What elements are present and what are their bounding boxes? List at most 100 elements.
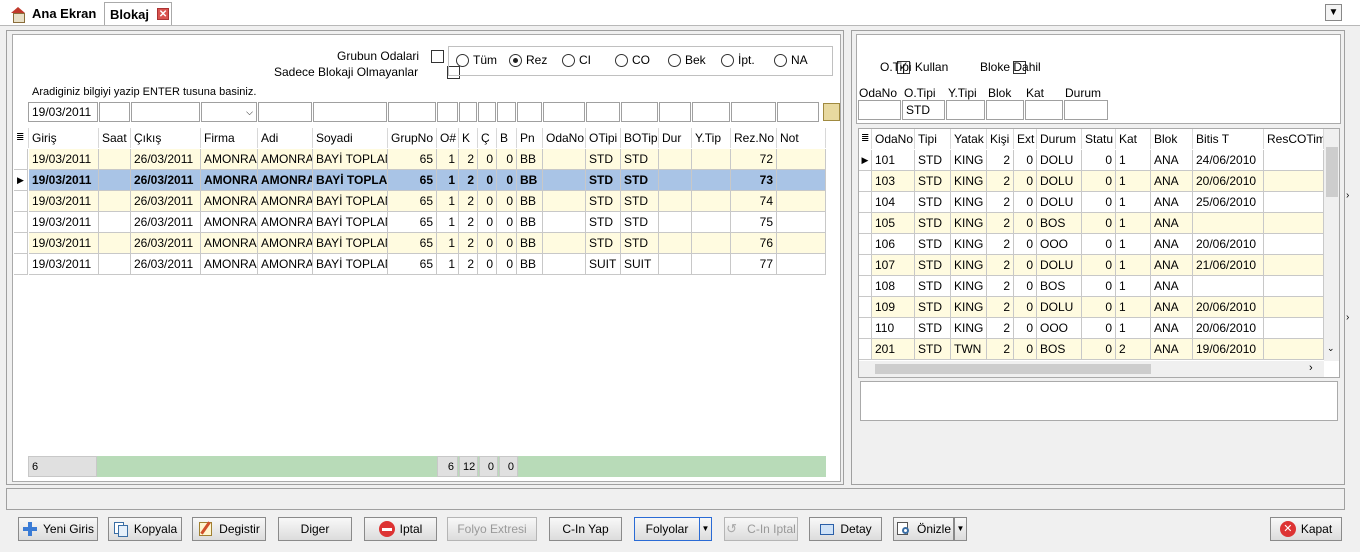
cell-kat[interactable]: 1 <box>1116 318 1151 339</box>
kopyala-button[interactable]: Kopyala <box>108 517 182 541</box>
cell-statu[interactable]: 0 <box>1082 255 1116 276</box>
odano-input[interactable] <box>858 100 901 120</box>
col-giris[interactable]: Giriş <box>29 128 99 148</box>
vertical-scrollbar[interactable]: ⌄ <box>1324 129 1339 361</box>
cell-adi[interactable]: AMONRA <box>258 254 313 275</box>
col-c[interactable]: Ç <box>478 128 497 148</box>
cell-ytip[interactable] <box>692 233 731 254</box>
cell-saat[interactable] <box>99 170 131 191</box>
cell-grupno[interactable]: 65 <box>388 170 437 191</box>
cell-odano[interactable]: 103 <box>872 171 915 192</box>
cell-b[interactable]: 0 <box>497 170 517 191</box>
cell-durum[interactable]: OOO <box>1037 318 1082 339</box>
cell-statu[interactable]: 0 <box>1082 339 1116 360</box>
cell-not[interactable] <box>777 233 826 254</box>
cell-c[interactable]: 0 <box>478 233 497 254</box>
cell-firma[interactable]: AMONRA <box>201 233 258 254</box>
cell-kat[interactable]: 1 <box>1116 192 1151 213</box>
cell-bitis-t[interactable]: 24/06/2010 <box>1193 150 1264 171</box>
cell-kisi[interactable]: 2 <box>987 339 1014 360</box>
cell-c[interactable]: 0 <box>478 254 497 275</box>
cell-not[interactable] <box>777 170 826 191</box>
cell-soyadi[interactable]: BAYİ TOPLANTISI <box>313 233 388 254</box>
cell-tipi[interactable]: STD <box>915 318 951 339</box>
cell-kat[interactable]: 1 <box>1116 234 1151 255</box>
cell-yatak[interactable]: KING <box>951 171 987 192</box>
cell-ext[interactable]: 0 <box>1014 318 1037 339</box>
col-ext[interactable]: Ext <box>1014 129 1037 149</box>
cell-cikis[interactable]: 26/03/2011 <box>131 212 201 233</box>
cell-adi[interactable]: AMONRA <box>258 170 313 191</box>
cell-o[interactable]: 1 <box>437 212 459 233</box>
cell-odano[interactable]: 109 <box>872 297 915 318</box>
col-bitis-t[interactable]: Bitis T <box>1193 129 1264 149</box>
cell-durum[interactable]: DOLU <box>1037 192 1082 213</box>
cell-k[interactable]: 2 <box>459 191 478 212</box>
cell-ytip[interactable] <box>692 191 731 212</box>
cell-botipi[interactable]: STD <box>621 233 659 254</box>
durum-input[interactable] <box>1064 100 1108 120</box>
cell-pn[interactable]: BB <box>517 254 543 275</box>
cell-statu[interactable]: 0 <box>1082 234 1116 255</box>
col-not[interactable]: Not <box>777 128 826 148</box>
cell-ext[interactable]: 0 <box>1014 276 1037 297</box>
col-saat[interactable]: Saat <box>99 128 131 148</box>
cell-rezno[interactable]: 76 <box>731 233 777 254</box>
cell-pn[interactable]: BB <box>517 212 543 233</box>
cell-cikis[interactable]: 26/03/2011 <box>131 149 201 170</box>
cell-kat[interactable]: 1 <box>1116 213 1151 234</box>
cell-tipi[interactable]: STD <box>915 339 951 360</box>
col-soyadi[interactable]: Soyadi <box>313 128 388 148</box>
cin-iptal-button[interactable]: ↺ C-In Iptal <box>724 517 798 541</box>
cell-pn[interactable]: BB <box>517 149 543 170</box>
column-chooser-icon[interactable]: ≣ <box>14 128 29 148</box>
cell-durum[interactable]: BOS <box>1037 339 1082 360</box>
cell-firma[interactable]: AMONRA <box>201 191 258 212</box>
radio-tum[interactable]: Tüm <box>456 53 497 67</box>
cell-botipi[interactable]: SUIT <box>621 254 659 275</box>
cell-b[interactable]: 0 <box>497 191 517 212</box>
cell-durum[interactable]: DOLU <box>1037 297 1082 318</box>
col-botipi[interactable]: BOTipi <box>621 128 659 148</box>
cell-rescotime[interactable] <box>1264 297 1324 318</box>
cell-saat[interactable] <box>99 212 131 233</box>
cell-tipi[interactable]: STD <box>915 150 951 171</box>
cell-kisi[interactable]: 2 <box>987 213 1014 234</box>
radio-co[interactable]: CO <box>615 53 650 67</box>
cell-yatak[interactable]: KING <box>951 255 987 276</box>
cell-kisi[interactable]: 2 <box>987 255 1014 276</box>
cell-bitis-t[interactable] <box>1193 276 1264 297</box>
cell-grupno[interactable]: 65 <box>388 191 437 212</box>
cell-rescotime[interactable] <box>1264 171 1324 192</box>
cell-pn[interactable]: BB <box>517 170 543 191</box>
cell-giris[interactable]: 19/03/2011 <box>29 170 99 191</box>
cell-kisi[interactable]: 2 <box>987 150 1014 171</box>
cell-dur[interactable] <box>659 170 692 191</box>
cell-c[interactable]: 0 <box>478 191 497 212</box>
cell-bitis-t[interactable]: 21/06/2010 <box>1193 255 1264 276</box>
cell-soyadi[interactable]: BAYİ TOPLANTISI <box>313 170 388 191</box>
cell-o[interactable]: 1 <box>437 149 459 170</box>
cell-ext[interactable]: 0 <box>1014 297 1037 318</box>
cell-rezno[interactable]: 75 <box>731 212 777 233</box>
cell-tipi[interactable]: STD <box>915 171 951 192</box>
col-o[interactable]: O# <box>437 128 459 148</box>
cell-b[interactable]: 0 <box>497 233 517 254</box>
cell-odano[interactable]: 201 <box>872 339 915 360</box>
cell-rezno[interactable]: 77 <box>731 254 777 275</box>
cell-cikis[interactable]: 26/03/2011 <box>131 191 201 212</box>
col-k[interactable]: K <box>459 128 478 148</box>
cell-yatak[interactable]: KING <box>951 297 987 318</box>
cell-o[interactable]: 1 <box>437 233 459 254</box>
cell-adi[interactable]: AMONRA <box>258 233 313 254</box>
cell-not[interactable] <box>777 149 826 170</box>
cell-ext[interactable]: 0 <box>1014 171 1037 192</box>
otipi-input[interactable]: STD <box>902 100 945 120</box>
cell-ext[interactable]: 0 <box>1014 255 1037 276</box>
cell-not[interactable] <box>777 254 826 275</box>
cell-not[interactable] <box>777 191 826 212</box>
col-otipi[interactable]: OTipi <box>586 128 621 148</box>
onizle-button[interactable]: Önizle <box>893 517 954 541</box>
col-yatak[interactable]: Yatak <box>951 129 987 149</box>
detay-button[interactable]: Detay <box>809 517 882 541</box>
